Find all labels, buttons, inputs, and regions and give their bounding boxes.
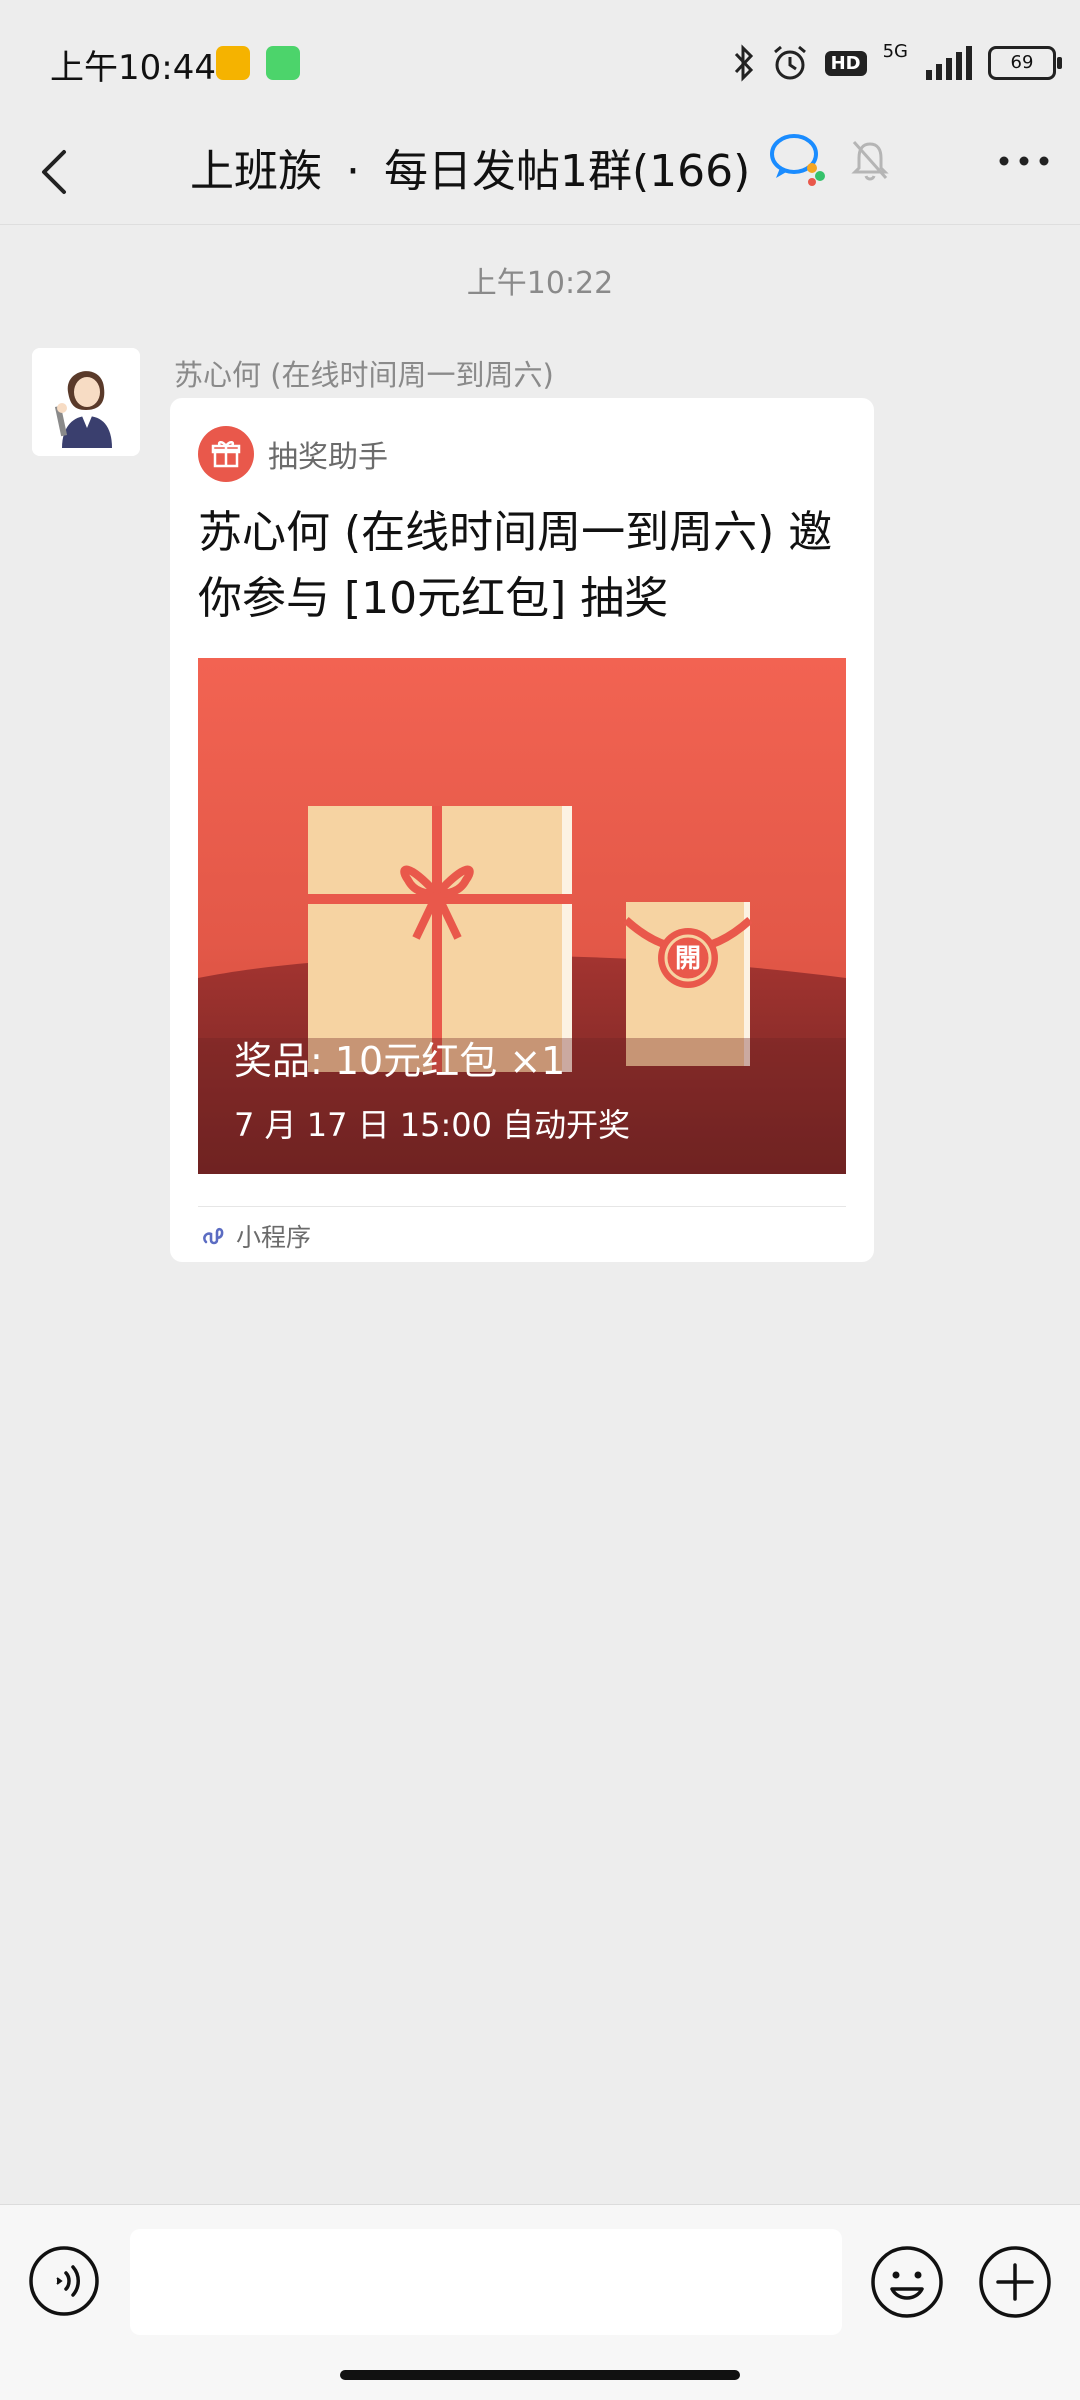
mini-program-icon bbox=[203, 1227, 224, 1245]
voice-input-button[interactable] bbox=[28, 2245, 100, 2317]
chat-screen: 上午10:44 HD 5G 69 上班族 · 每日发帖1群(166) 上午10:… bbox=[0, 0, 1080, 2400]
card-source-row: 抽奖助手 bbox=[198, 426, 388, 482]
chat-header: 上班族 · 每日发帖1群(166) bbox=[0, 120, 1080, 225]
wrench-app-icon bbox=[266, 46, 300, 80]
more-functions-button[interactable] bbox=[978, 2245, 1052, 2319]
title-separator: · bbox=[346, 146, 360, 197]
battery-icon: 69 bbox=[988, 46, 1062, 80]
wecom-chat-icon bbox=[770, 134, 825, 186]
prize-illustration bbox=[198, 658, 846, 1174]
mini-program-footer: 小程序 bbox=[200, 1216, 311, 1256]
gift-icon bbox=[211, 441, 241, 468]
network-type: 5G bbox=[882, 40, 908, 62]
group-name: 每日发帖1群(166) bbox=[384, 146, 751, 197]
draw-time-text: 7 月 17 日 15:00 自动开奖 bbox=[234, 1106, 631, 1144]
more-options-button[interactable] bbox=[994, 138, 1054, 184]
emoji-button[interactable] bbox=[870, 2245, 944, 2319]
signal-icon bbox=[926, 46, 972, 80]
card-title: 苏心何 (在线时间周一到周六) 邀你参与 [10元红包] 抽奖 bbox=[198, 507, 833, 624]
status-bar: 上午10:44 HD 5G 69 bbox=[0, 0, 1080, 120]
mute-bell-icon bbox=[851, 141, 889, 181]
home-indicator[interactable] bbox=[340, 2370, 740, 2380]
lottery-card[interactable]: 抽奖助手 苏心何 (在线时间周一到周六) 邀你参与 [10元红包] 抽奖 開 奖… bbox=[170, 398, 874, 1262]
avatar-portrait-icon bbox=[32, 348, 140, 456]
group-prefix: 上班族 bbox=[190, 146, 322, 197]
status-indicators: HD 5G 69 bbox=[733, 40, 1062, 86]
message-time-divider: 上午10:22 bbox=[466, 266, 614, 301]
mini-program-label: 小程序 bbox=[236, 1223, 312, 1252]
gift-badge-icon bbox=[198, 426, 254, 482]
back-button[interactable] bbox=[28, 140, 88, 204]
chat-title: 上班族 · 每日发帖1群(166) bbox=[190, 130, 750, 214]
status-time: 上午10:44 bbox=[50, 48, 216, 88]
message-text-input[interactable] bbox=[130, 2229, 842, 2335]
sender-name: 苏心何 (在线时间周一到周六) bbox=[174, 358, 554, 392]
sender-avatar[interactable] bbox=[32, 348, 140, 456]
card-source-name: 抽奖助手 bbox=[268, 440, 388, 475]
hd-badge: HD bbox=[824, 50, 867, 76]
notification-app-icon bbox=[216, 46, 250, 80]
prize-banner[interactable]: 開 奖品: 10元红包 ×1 7 月 17 日 15:00 自动开奖 bbox=[198, 658, 846, 1174]
bluetooth-icon bbox=[734, 44, 753, 82]
prize-text: 奖品: 10元红包 ×1 bbox=[234, 1039, 566, 1083]
envelope-open-char: 開 bbox=[674, 944, 701, 974]
card-divider bbox=[198, 1206, 846, 1207]
alarm-icon bbox=[773, 45, 806, 80]
